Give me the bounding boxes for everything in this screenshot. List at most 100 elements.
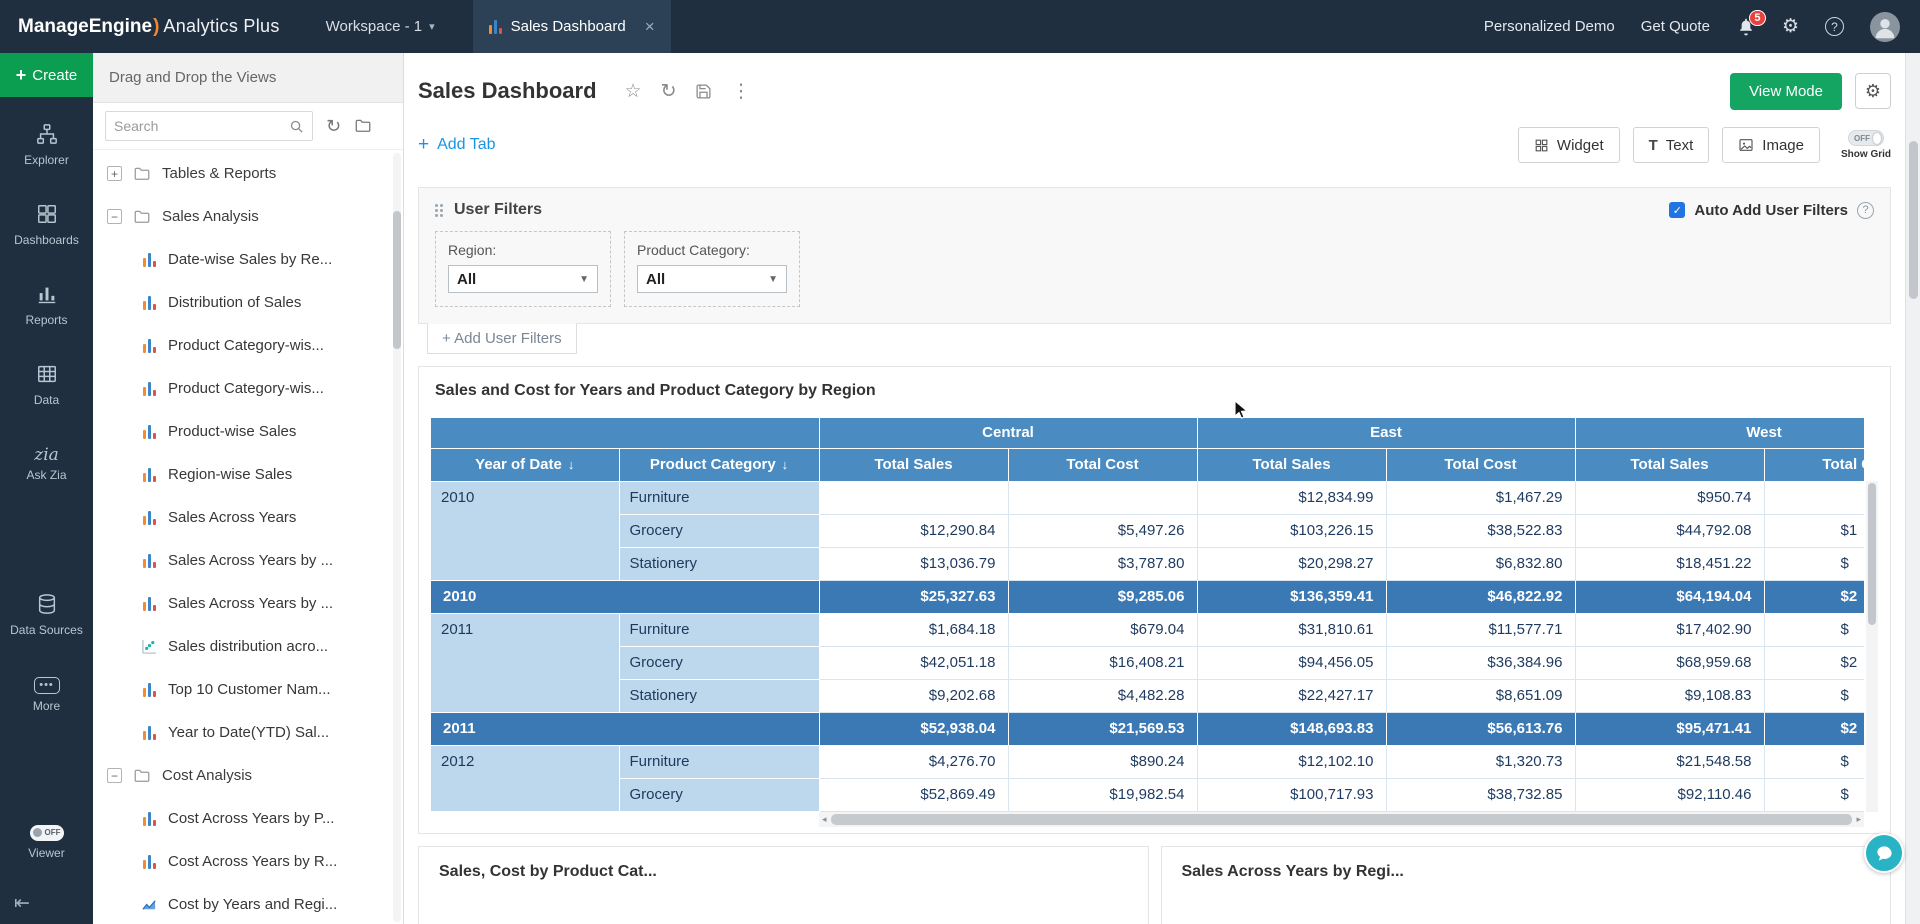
collapse-icon[interactable]: − bbox=[107, 768, 122, 783]
sidebar-item-more[interactable]: •••More bbox=[0, 655, 93, 735]
add-tab-button[interactable]: + Add Tab bbox=[418, 134, 496, 156]
close-tab-icon[interactable]: × bbox=[645, 17, 655, 37]
save-icon[interactable] bbox=[695, 83, 712, 100]
tree-folder-sales-analysis[interactable]: −Sales Analysis bbox=[93, 195, 403, 238]
tree-item-date-wise-sales-by-re[interactable]: Date-wise Sales by Re... bbox=[93, 238, 403, 281]
value-cell: $18,451.22 bbox=[1575, 547, 1764, 580]
sidebar-item-viewer[interactable]: OFFViewer bbox=[0, 802, 93, 882]
tree-item-sales-across-years[interactable]: Sales Across Years bbox=[93, 496, 403, 539]
col-header-total-sales[interactable]: Total Sales bbox=[1197, 448, 1386, 481]
sidebar-item-dashboards[interactable]: Dashboards bbox=[0, 185, 93, 265]
create-button[interactable]: + Create bbox=[0, 53, 93, 97]
sidebar-item-label: Explorer bbox=[24, 154, 69, 167]
help-icon[interactable]: ? bbox=[1825, 17, 1844, 36]
sidebar-item-reports[interactable]: Reports bbox=[0, 265, 93, 345]
tree-item-sales-across-years-by[interactable]: Sales Across Years by ... bbox=[93, 582, 403, 625]
table-horizontal-scrollbar-thumb[interactable] bbox=[831, 814, 1853, 825]
tree-item-distribution-of-sales[interactable]: Distribution of Sales bbox=[93, 281, 403, 324]
value-cell: $ bbox=[1764, 745, 1864, 778]
sidebar-item-data-sources[interactable]: Data Sources bbox=[0, 575, 93, 655]
tree-item-cost-across-years-by-p[interactable]: Cost Across Years by P... bbox=[93, 797, 403, 840]
tree-folder-cost-analysis[interactable]: − Cost Analysis bbox=[93, 754, 403, 797]
value-cell bbox=[1764, 481, 1864, 514]
view-mode-button[interactable]: View Mode bbox=[1730, 73, 1842, 110]
tree-item-product-wise-sales[interactable]: Product-wise Sales bbox=[93, 410, 403, 453]
image-button[interactable]: Image bbox=[1722, 127, 1820, 163]
personalized-demo-link[interactable]: Personalized Demo bbox=[1484, 18, 1615, 35]
sidebar-item-label: Dashboards bbox=[14, 234, 79, 247]
workspace-selector[interactable]: Workspace - 1 ▾ bbox=[326, 18, 435, 35]
help-icon[interactable]: ? bbox=[1857, 202, 1874, 219]
add-user-filters-button[interactable]: + Add User Filters bbox=[427, 323, 577, 354]
col-header-total-cost[interactable]: Total Cost bbox=[1008, 448, 1197, 481]
tree-item-sales-distribution-acro[interactable]: Sales distribution acro... bbox=[93, 625, 403, 668]
tree-item-region-wise-sales[interactable]: Region-wise Sales bbox=[93, 453, 403, 496]
expand-icon[interactable]: + bbox=[107, 166, 122, 181]
toggle-off-icon[interactable]: OFF bbox=[1848, 130, 1884, 146]
col-header-total-sales[interactable]: Total Sales bbox=[1575, 448, 1764, 481]
collapse-sidebar-button[interactable]: ⇤ bbox=[0, 882, 93, 924]
avatar[interactable] bbox=[1870, 12, 1900, 42]
table-vertical-scrollbar-thumb[interactable] bbox=[1868, 483, 1876, 625]
settings-gear-icon[interactable]: ⚙ bbox=[1782, 15, 1799, 38]
value-cell: $12,102.10 bbox=[1197, 745, 1386, 778]
more-options-icon[interactable]: ⋮ bbox=[731, 80, 750, 103]
favorite-star-icon[interactable]: ☆ bbox=[625, 80, 642, 103]
tree-item-top-10-customer-nam[interactable]: Top 10 Customer Nam... bbox=[93, 668, 403, 711]
col-header-total-cost[interactable]: Total Cost bbox=[1764, 448, 1864, 481]
tree-scrollbar-thumb[interactable] bbox=[393, 211, 401, 349]
tree-item-sales-across-years-by[interactable]: Sales Across Years by ... bbox=[93, 539, 403, 582]
tree-scrollbar[interactable] bbox=[393, 153, 401, 922]
more-icon: ••• bbox=[34, 677, 60, 694]
search-input[interactable] bbox=[114, 118, 283, 134]
notifications-button[interactable]: 5 bbox=[1736, 17, 1756, 37]
text-button[interactable]: T Text bbox=[1633, 127, 1710, 163]
page-scrollbar-thumb[interactable] bbox=[1909, 141, 1918, 299]
tree-item-cost-by-years-and-regi[interactable]: Cost by Years and Regi... bbox=[93, 883, 403, 924]
tree-item-product-category-wis[interactable]: Product Category-wis... bbox=[93, 324, 403, 367]
col-header-product-category[interactable]: Product Category↓ bbox=[619, 448, 819, 481]
scroll-right-icon[interactable]: ▸ bbox=[1856, 815, 1861, 824]
dashboards-icon bbox=[36, 203, 58, 228]
auto-add-checkbox[interactable]: ✓ bbox=[1669, 202, 1685, 218]
value-cell: $2 bbox=[1764, 646, 1864, 679]
sort-descending-icon[interactable]: ↓ bbox=[568, 457, 575, 472]
folder-name: Cost Analysis bbox=[162, 767, 252, 784]
sidebar-item-ask-zia[interactable]: ziaAsk Zia bbox=[0, 425, 93, 505]
table-horizontal-scrollbar[interactable]: ◂ ▸ bbox=[819, 812, 1864, 827]
drag-handle-icon[interactable] bbox=[435, 204, 438, 207]
tree-item-year-to-date-ytd-sal[interactable]: Year to Date(YTD) Sal... bbox=[93, 711, 403, 754]
folder-toggle-icon[interactable] bbox=[354, 117, 372, 135]
table-vertical-scrollbar[interactable] bbox=[1866, 481, 1878, 812]
col-header-year-of-date[interactable]: Year of Date↓ bbox=[431, 448, 619, 481]
value-cell: $4,482.28 bbox=[1008, 679, 1197, 712]
col-header-total-cost[interactable]: Total Cost bbox=[1386, 448, 1575, 481]
show-grid-toggle[interactable]: OFF Show Grid bbox=[1841, 130, 1891, 160]
page-scrollbar[interactable] bbox=[1905, 53, 1920, 924]
widget-button[interactable]: Widget bbox=[1518, 127, 1620, 163]
tree-item-label: Cost Across Years by R... bbox=[168, 853, 337, 870]
search-box[interactable] bbox=[105, 111, 313, 141]
tab-sales-dashboard[interactable]: Sales Dashboard × bbox=[473, 0, 671, 53]
collapse-icon[interactable]: − bbox=[107, 209, 122, 224]
get-quote-link[interactable]: Get Quote bbox=[1641, 18, 1710, 35]
tree-item-cost-across-years-by-r[interactable]: Cost Across Years by R... bbox=[93, 840, 403, 883]
value-cell: $12,290.84 bbox=[819, 514, 1008, 547]
scroll-left-icon[interactable]: ◂ bbox=[822, 815, 827, 824]
dashboard-settings-button[interactable]: ⚙ bbox=[1855, 73, 1891, 109]
col-header-total-sales[interactable]: Total Sales bbox=[819, 448, 1008, 481]
product-category-filter-select[interactable]: All ▼ bbox=[637, 265, 787, 293]
value-cell: $103,226.15 bbox=[1197, 514, 1386, 547]
tree-folder-tables-reports[interactable]: +Tables & Reports bbox=[93, 152, 403, 195]
region-filter-select[interactable]: All ▼ bbox=[448, 265, 598, 293]
value-cell bbox=[819, 481, 1008, 514]
bar-chart-icon bbox=[141, 338, 157, 353]
sort-descending-icon[interactable]: ↓ bbox=[782, 457, 789, 472]
sidebar-item-explorer[interactable]: Explorer bbox=[0, 105, 93, 185]
sidebar-item-data[interactable]: Data bbox=[0, 345, 93, 425]
tree-item-label: Distribution of Sales bbox=[168, 294, 301, 311]
tree-item-product-category-wis[interactable]: Product Category-wis... bbox=[93, 367, 403, 410]
refresh-views-icon[interactable]: ↻ bbox=[326, 116, 341, 137]
chat-support-button[interactable] bbox=[1864, 833, 1904, 873]
refresh-dashboard-icon[interactable]: ↻ bbox=[661, 80, 677, 103]
